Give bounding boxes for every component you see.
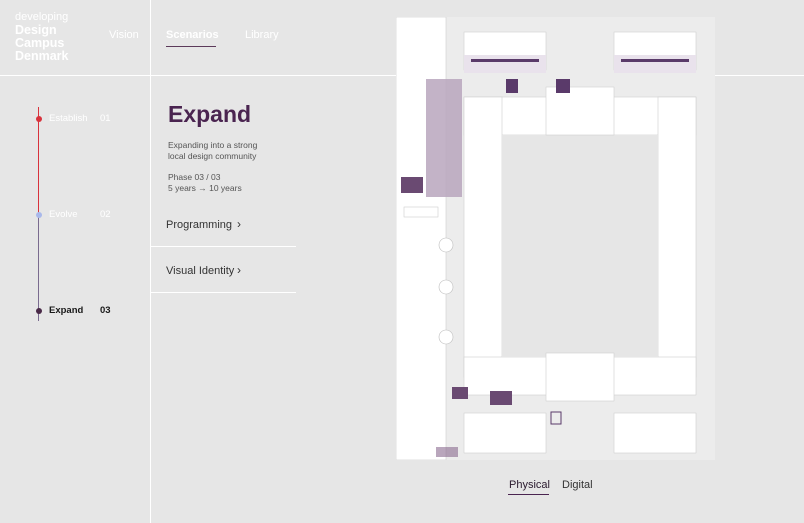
phase-label: Phase 03 / 03 [168,172,221,182]
step-expand-label[interactable]: Expand [49,305,83,316]
description-line-1: Expanding into a strong [168,140,258,150]
logo[interactable]: developing Design Campus Denmark [15,11,69,63]
nav-active-underline [166,46,216,47]
step-evolve-number: 02 [100,209,111,220]
accordion-visual-identity[interactable]: Visual Identity › [151,247,296,293]
timeline-dot-expand[interactable] [36,308,42,314]
scenario-description: Expanding into a strong local design com… [168,140,288,162]
phase-info: Phase 03 / 03 5 years → 10 years [168,172,242,194]
step-evolve-label[interactable]: Evolve [49,209,78,220]
view-active-underline [508,494,549,495]
step-establish-label[interactable]: Establish [49,113,88,124]
nav-vision[interactable]: Vision [109,29,139,41]
timeline-dot-evolve[interactable] [36,212,42,218]
nav-library[interactable]: Library [245,29,279,41]
accordion-programming-label: Programming [166,219,233,231]
page-title: Expand [168,101,252,127]
timeline-segment-evolve [38,215,39,321]
view-digital-tab[interactable]: Digital [562,479,593,491]
chevron-right-icon: › [237,217,241,231]
nav-scenarios[interactable]: Scenarios [166,29,219,41]
view-physical-tab[interactable]: Physical [509,479,550,491]
accordion-visual-identity-label: Visual Identity [166,265,235,277]
accordion-programming[interactable]: Programming › [151,201,296,247]
description-line-2: local design community [168,151,257,161]
step-establish-number: 01 [100,113,111,124]
campus-map-illustration [395,16,715,461]
timeline-dot-establish[interactable] [36,116,42,122]
phase-duration: 5 years → 10 years [168,183,242,193]
campus-map[interactable] [395,16,715,461]
logo-line-3: Denmark [15,49,69,63]
chevron-right-icon: › [237,263,241,277]
timeline-segment-establish [38,107,39,215]
step-expand-number: 03 [100,305,111,316]
